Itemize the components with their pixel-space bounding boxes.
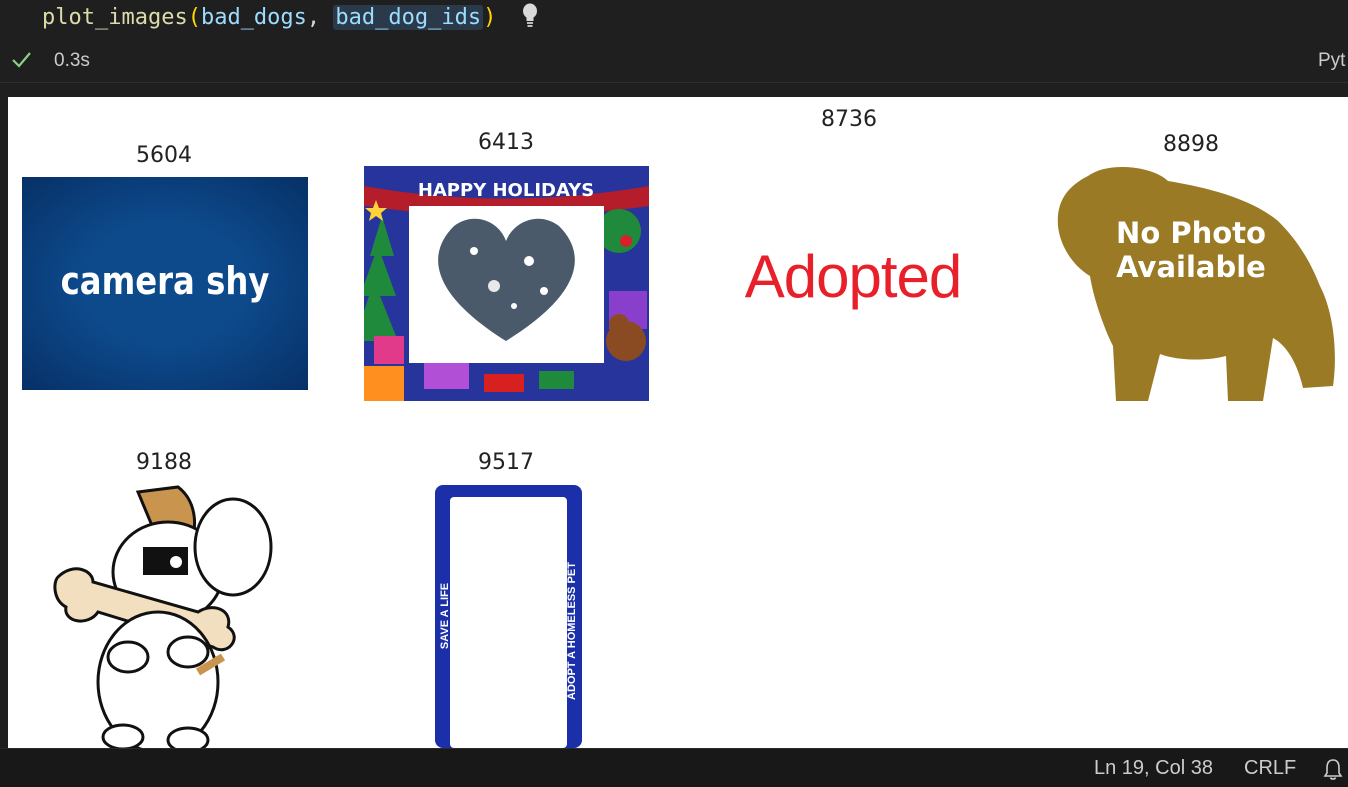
tile-title-6413: 6413 bbox=[478, 130, 534, 155]
no-photo-line1: No Photo bbox=[1116, 216, 1266, 250]
bell-icon[interactable] bbox=[1322, 757, 1344, 781]
execution-time: 0.3s bbox=[54, 50, 90, 71]
cell-status-row bbox=[0, 40, 1348, 83]
tile-title-8736: 8736 bbox=[821, 107, 877, 132]
image-license-plate-frame: SAVE A LIFE ADOPT A HOMELESS PET bbox=[435, 485, 582, 748]
check-icon bbox=[12, 52, 31, 68]
tile-title-9188: 9188 bbox=[136, 450, 192, 475]
plate-left-text: SAVE A LIFE bbox=[439, 582, 451, 650]
camera-shy-caption: camera shy bbox=[60, 259, 270, 303]
line-ending[interactable]: CRLF bbox=[1244, 757, 1296, 780]
image-happy-holidays: HAPPY HOLIDAYS bbox=[364, 166, 649, 401]
tile-title-8898: 8898 bbox=[1163, 132, 1219, 157]
image-adopted: Adopted bbox=[708, 237, 998, 317]
tile-title-9517: 9517 bbox=[478, 450, 534, 475]
no-photo-line2: Available bbox=[1116, 250, 1266, 284]
image-cartoon-dog bbox=[48, 482, 283, 748]
lightbulb-icon[interactable] bbox=[520, 2, 540, 30]
image-camera-shy: camera shy bbox=[22, 177, 308, 390]
cell-output: 5604 camera shy 6413 HAPPY HOLIDAYS 8736… bbox=[8, 97, 1348, 748]
tile-title-5604: 5604 bbox=[136, 143, 192, 168]
cursor-position[interactable]: Ln 19, Col 38 bbox=[1094, 757, 1213, 780]
holidays-banner-text: HAPPY HOLIDAYS bbox=[418, 180, 594, 201]
code-text[interactable]: plot_images(bad_dogs, bad_dog_ids) bbox=[42, 3, 496, 33]
code-line[interactable]: plot_images(bad_dogs, bad_dog_ids) bbox=[0, 0, 1348, 40]
adopted-caption: Adopted bbox=[744, 243, 963, 310]
code-arg2: bad_dog_ids bbox=[333, 5, 484, 30]
kernel-language[interactable]: Pyt bbox=[1318, 50, 1345, 72]
code-function: plot_images bbox=[42, 5, 188, 30]
image-no-photo: No Photo Available bbox=[1048, 166, 1338, 401]
code-arg1: bad_dogs bbox=[200, 5, 307, 30]
plate-right-text: ADOPT A HOMELESS PET bbox=[566, 562, 578, 700]
